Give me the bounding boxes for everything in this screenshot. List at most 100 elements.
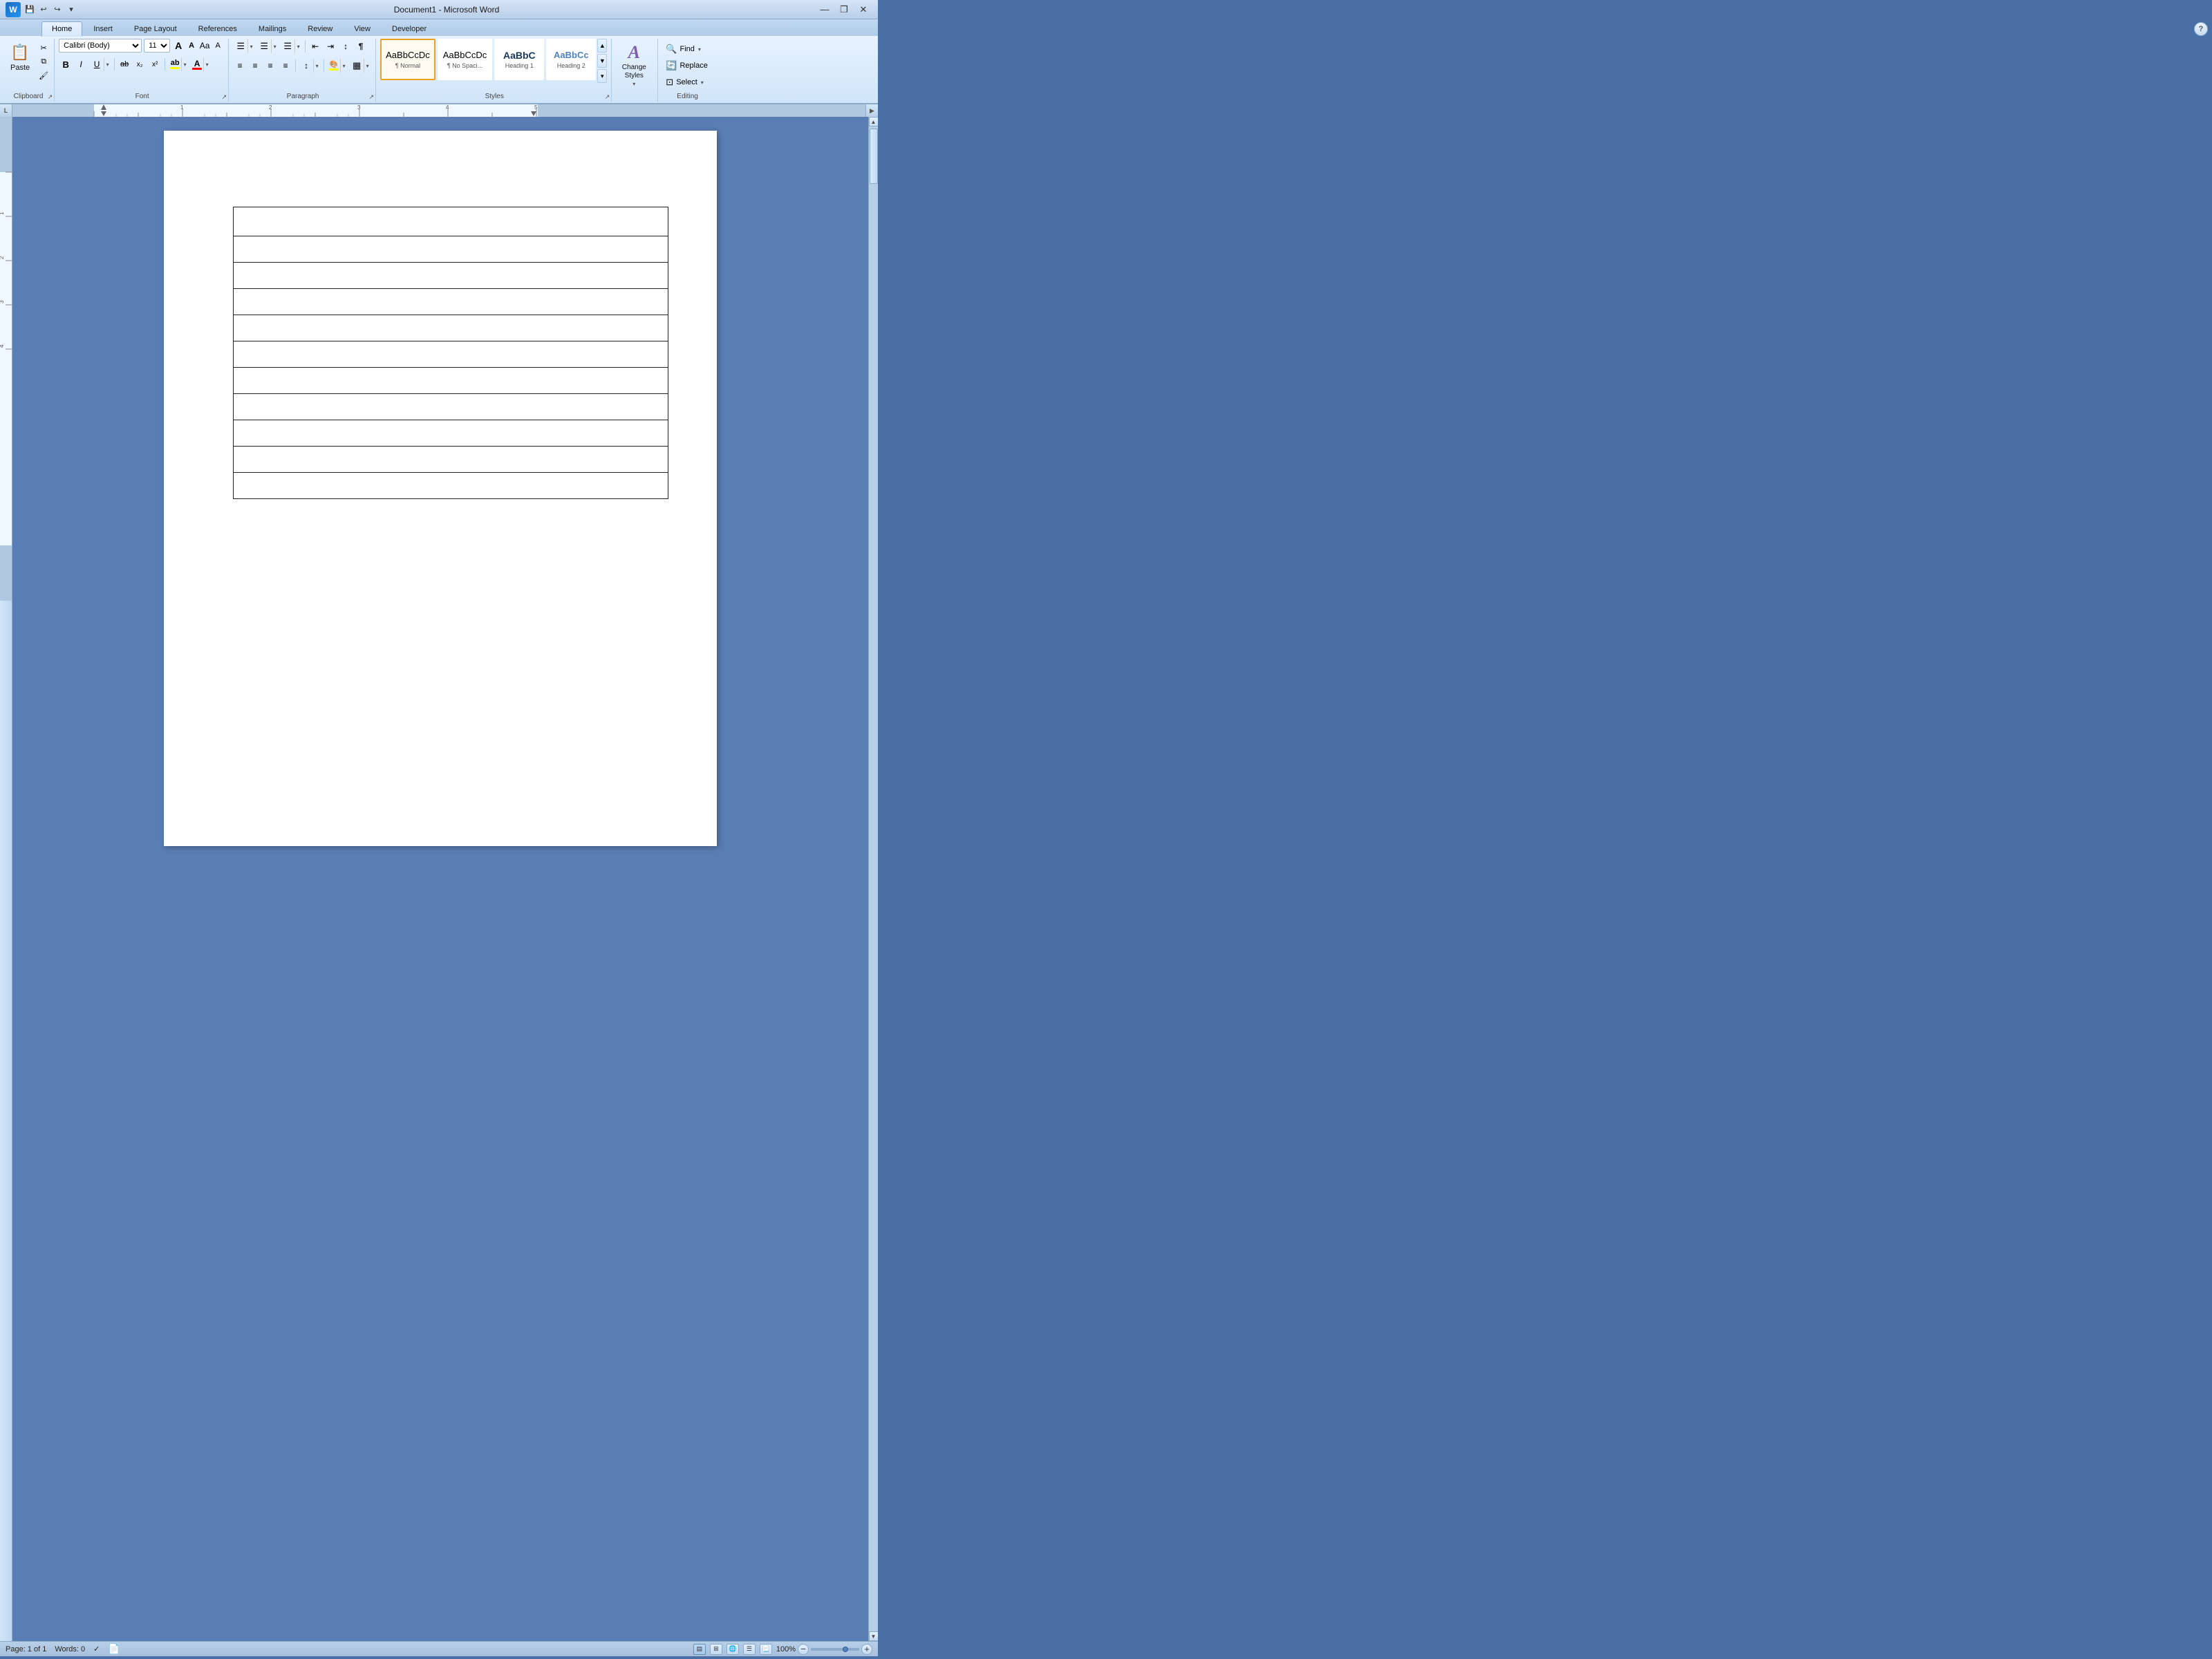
italic-button[interactable]: I — [74, 57, 88, 71]
style-normal[interactable]: AaBbCcDc ¶ Normal — [380, 39, 435, 80]
align-left-button[interactable]: ≡ — [233, 59, 247, 73]
page-area[interactable] — [12, 117, 868, 1641]
draft-view-button[interactable]: 📃 — [760, 1644, 772, 1655]
change-case-button[interactable]: Aa — [198, 39, 211, 52]
document-table[interactable] — [233, 207, 668, 499]
paragraph-expander[interactable]: ↗ — [369, 93, 375, 101]
bullet-list-wrap[interactable]: ☰ ▾ — [233, 39, 255, 54]
table-row[interactable] — [234, 207, 668, 236]
style-heading1[interactable]: AaBbC Heading 1 — [494, 39, 544, 80]
subscript-button[interactable]: x₂ — [133, 57, 147, 71]
restore-button[interactable]: ❐ — [835, 3, 853, 16]
table-row[interactable] — [234, 236, 668, 263]
line-spacing-wrap[interactable]: ↕ ▾ — [299, 58, 321, 73]
zoom-slider-thumb[interactable] — [843, 1647, 848, 1652]
cut-button[interactable]: ✂ — [36, 41, 51, 54]
strikethrough-button[interactable]: ab — [118, 57, 131, 71]
styles-expander[interactable]: ↗ — [605, 93, 610, 101]
proofing-icon[interactable]: ✓ — [93, 1644, 100, 1653]
increase-indent-button[interactable]: ⇥ — [324, 39, 337, 53]
select-button[interactable]: ⊡ Select ▾ — [662, 75, 711, 90]
outline-view-button[interactable]: ☰ — [743, 1644, 756, 1655]
table-cell[interactable] — [234, 315, 668, 341]
font-expander[interactable]: ↗ — [222, 93, 227, 101]
table-row[interactable] — [234, 420, 668, 447]
numbered-list-wrap[interactable]: ☰ ▾ — [256, 39, 279, 54]
show-hide-button[interactable]: ¶ — [354, 39, 368, 53]
shrink-font-button[interactable]: A — [185, 39, 198, 52]
align-right-button[interactable]: ≡ — [263, 59, 277, 73]
sort-button[interactable]: ↕ — [339, 39, 353, 53]
table-row[interactable] — [234, 394, 668, 420]
redo-button[interactable]: ↪ — [51, 3, 64, 16]
quick-access-dropdown[interactable]: ▾ — [65, 3, 77, 16]
style-heading2[interactable]: AaBbCc Heading 2 — [546, 39, 596, 80]
table-cell[interactable] — [234, 289, 668, 315]
tab-review[interactable]: Review — [297, 21, 343, 36]
help-button[interactable]: ? — [2194, 22, 2208, 36]
table-row[interactable] — [234, 263, 668, 289]
document-status-icon[interactable]: 📄 — [108, 1643, 120, 1655]
clipboard-expander[interactable]: ↗ — [48, 93, 53, 101]
replace-button[interactable]: 🔄 Replace — [662, 58, 711, 73]
vertical-scrollbar[interactable]: ▲ ▼ — [868, 117, 878, 1641]
styles-scroll-up[interactable]: ▲ — [597, 39, 607, 53]
minimize-button[interactable]: — — [816, 3, 834, 16]
tab-developer[interactable]: Developer — [382, 21, 437, 36]
table-cell[interactable] — [234, 341, 668, 368]
tab-home[interactable]: Home — [41, 21, 82, 37]
multilevel-list-wrap[interactable]: ☰ ▾ — [280, 39, 302, 54]
clear-format-button[interactable]: A — [212, 39, 224, 52]
align-center-button[interactable]: ≡ — [248, 59, 262, 73]
table-cell[interactable] — [234, 473, 668, 499]
zoom-out-button[interactable]: − — [798, 1644, 809, 1655]
styles-scroll-down[interactable]: ▼ — [597, 54, 607, 68]
shading-wrap[interactable]: 🎨 ▾ — [327, 58, 348, 73]
table-row[interactable] — [234, 473, 668, 499]
table-cell[interactable] — [234, 447, 668, 473]
tab-insert[interactable]: Insert — [83, 21, 123, 36]
ruler-scroll-button[interactable]: ▶ — [865, 104, 878, 117]
borders-wrap[interactable]: ▦ ▾ — [349, 58, 371, 73]
underline-button-wrap[interactable]: U ▾ — [89, 57, 111, 72]
undo-button[interactable]: ↩ — [37, 3, 50, 16]
copy-button[interactable]: ⧉ — [36, 55, 51, 68]
tab-references[interactable]: References — [188, 21, 247, 36]
ruler-corner[interactable]: L — [0, 104, 12, 117]
zoom-slider[interactable] — [811, 1648, 859, 1651]
format-painter-button[interactable]: 🖌 — [36, 69, 51, 82]
table-cell[interactable] — [234, 207, 668, 236]
tab-view[interactable]: View — [344, 21, 381, 36]
font-color-button-wrap[interactable]: A ▾ — [190, 57, 211, 72]
table-cell[interactable] — [234, 263, 668, 289]
change-styles-button[interactable]: A ChangeStyles ▾ — [616, 39, 652, 91]
highlight-button-wrap[interactable]: ab ▾ — [168, 57, 189, 72]
document-page[interactable] — [164, 131, 717, 846]
table-row[interactable] — [234, 368, 668, 394]
table-row[interactable] — [234, 447, 668, 473]
decrease-indent-button[interactable]: ⇤ — [308, 39, 322, 53]
bold-button[interactable]: B — [59, 57, 73, 71]
scroll-up-button[interactable]: ▲ — [869, 117, 879, 126]
zoom-in-button[interactable]: + — [861, 1644, 872, 1655]
scroll-down-button[interactable]: ▼ — [869, 1631, 879, 1641]
styles-expand[interactable]: ▾ — [597, 69, 607, 83]
justify-button[interactable]: ≡ — [279, 59, 292, 73]
save-button[interactable]: 💾 — [24, 3, 36, 16]
full-reading-view-button[interactable]: ⊞ — [710, 1644, 722, 1655]
web-layout-view-button[interactable]: 🌐 — [727, 1644, 739, 1655]
table-row[interactable] — [234, 315, 668, 341]
table-row[interactable] — [234, 289, 668, 315]
paste-button[interactable]: 📋 Paste — [6, 39, 35, 75]
scroll-track[interactable] — [869, 126, 879, 1631]
style-no-spacing[interactable]: AaBbCcDc ¶ No Spaci... — [438, 39, 493, 80]
tab-page-layout[interactable]: Page Layout — [124, 21, 187, 36]
table-cell[interactable] — [234, 368, 668, 394]
table-cell[interactable] — [234, 394, 668, 420]
superscript-button[interactable]: x² — [148, 57, 162, 71]
find-button[interactable]: 🔍 Find ▾ — [662, 41, 711, 57]
font-name-select[interactable]: Calibri (Body) — [59, 39, 142, 53]
grow-font-button[interactable]: A — [172, 39, 185, 52]
tab-mailings[interactable]: Mailings — [248, 21, 297, 36]
table-cell[interactable] — [234, 236, 668, 263]
